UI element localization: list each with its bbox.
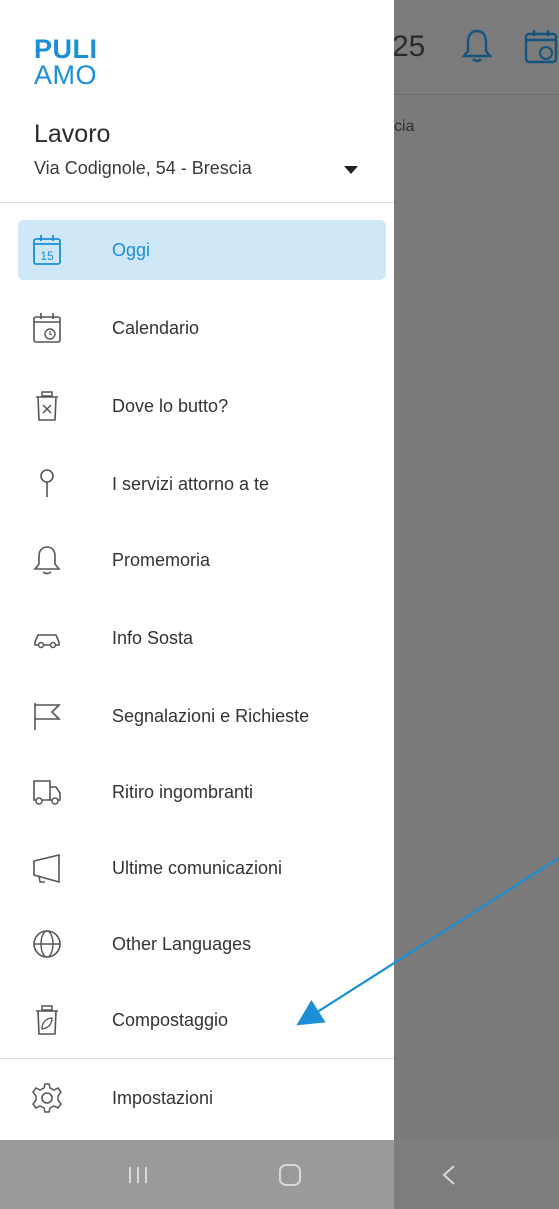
navigation-drawer: PULI AMO Lavoro Via Codignole, 54 - Bres… — [0, 0, 394, 1140]
menu-item-other-languages[interactable]: Other Languages — [18, 914, 386, 974]
svg-text:15: 15 — [40, 249, 54, 263]
calendar-clock-icon — [33, 313, 61, 343]
bell-icon — [33, 546, 61, 575]
menu-item-calendario[interactable]: Calendario — [18, 298, 386, 358]
car-icon — [34, 634, 60, 649]
menu-item-promemoria[interactable]: Promemoria — [18, 530, 386, 590]
compost-bin-icon — [36, 1005, 58, 1035]
menu-item-label: I servizi attorno a te — [112, 473, 270, 494]
system-nav-bar-drawer-side — [0, 1140, 394, 1209]
menu-item-label: Impostazioni — [112, 1087, 214, 1108]
calendar-icon[interactable] — [522, 26, 559, 66]
back-icon[interactable] — [432, 1158, 468, 1192]
dropdown-caret-icon[interactable] — [344, 166, 358, 174]
recent-apps-icon[interactable] — [120, 1158, 156, 1192]
place-name: Lavoro — [34, 120, 111, 148]
truck-icon — [33, 780, 61, 805]
menu-item-label: Info Sosta — [112, 627, 194, 648]
divider — [0, 202, 394, 203]
home-icon[interactable] — [272, 1158, 308, 1192]
menu-item-label: Calendario — [112, 317, 200, 338]
menu-item-oggi[interactable]: 15 Oggi — [18, 220, 386, 280]
menu-item-label: Promemoria — [112, 549, 211, 570]
divider — [0, 1058, 394, 1059]
menu-item-label: Dove lo butto? — [112, 395, 229, 416]
place-selector[interactable]: Lavoro Via Codignole, 54 - Brescia — [0, 110, 394, 190]
gear-icon — [32, 1083, 62, 1113]
menu-item-dove-lo-butto[interactable]: Dove lo butto? — [18, 376, 386, 436]
globe-icon — [33, 930, 61, 958]
menu-item-info-sosta[interactable]: Info Sosta — [18, 608, 386, 668]
menu-item-ritiro-ingombranti[interactable]: Ritiro ingombranti — [18, 762, 386, 822]
background-subtitle: cia — [394, 118, 415, 135]
trash-icon — [36, 391, 58, 421]
menu-item-label: Ritiro ingombranti — [112, 781, 254, 802]
flag-icon — [34, 703, 61, 730]
menu-item-label: Ultime comunicazioni — [112, 857, 283, 878]
background-date: 25 — [392, 30, 426, 63]
menu-item-compostaggio[interactable]: Compostaggio — [18, 990, 386, 1050]
megaphone-icon — [33, 853, 60, 884]
menu-item-segnalazioni[interactable]: Segnalazioni e Richieste — [18, 686, 386, 746]
calendar-today-icon: 15 — [33, 235, 61, 265]
menu-item-label: Segnalazioni e Richieste — [112, 705, 310, 726]
menu-item-servizi[interactable]: I servizi attorno a te — [18, 454, 386, 514]
app-logo: PULI AMO — [34, 34, 98, 90]
menu-item-label: Other Languages — [112, 933, 252, 954]
menu-item-impostazioni[interactable]: Impostazioni — [18, 1068, 386, 1128]
menu-item-comunicazioni[interactable]: Ultime comunicazioni — [18, 838, 386, 898]
place-address: Via Codignole, 54 - Brescia — [34, 158, 252, 178]
bell-icon[interactable] — [460, 26, 494, 66]
location-pin-icon — [40, 469, 54, 497]
menu-item-label: Compostaggio — [112, 1009, 229, 1030]
menu-item-label: Oggi — [112, 239, 151, 260]
system-nav-bar — [0, 1140, 559, 1209]
